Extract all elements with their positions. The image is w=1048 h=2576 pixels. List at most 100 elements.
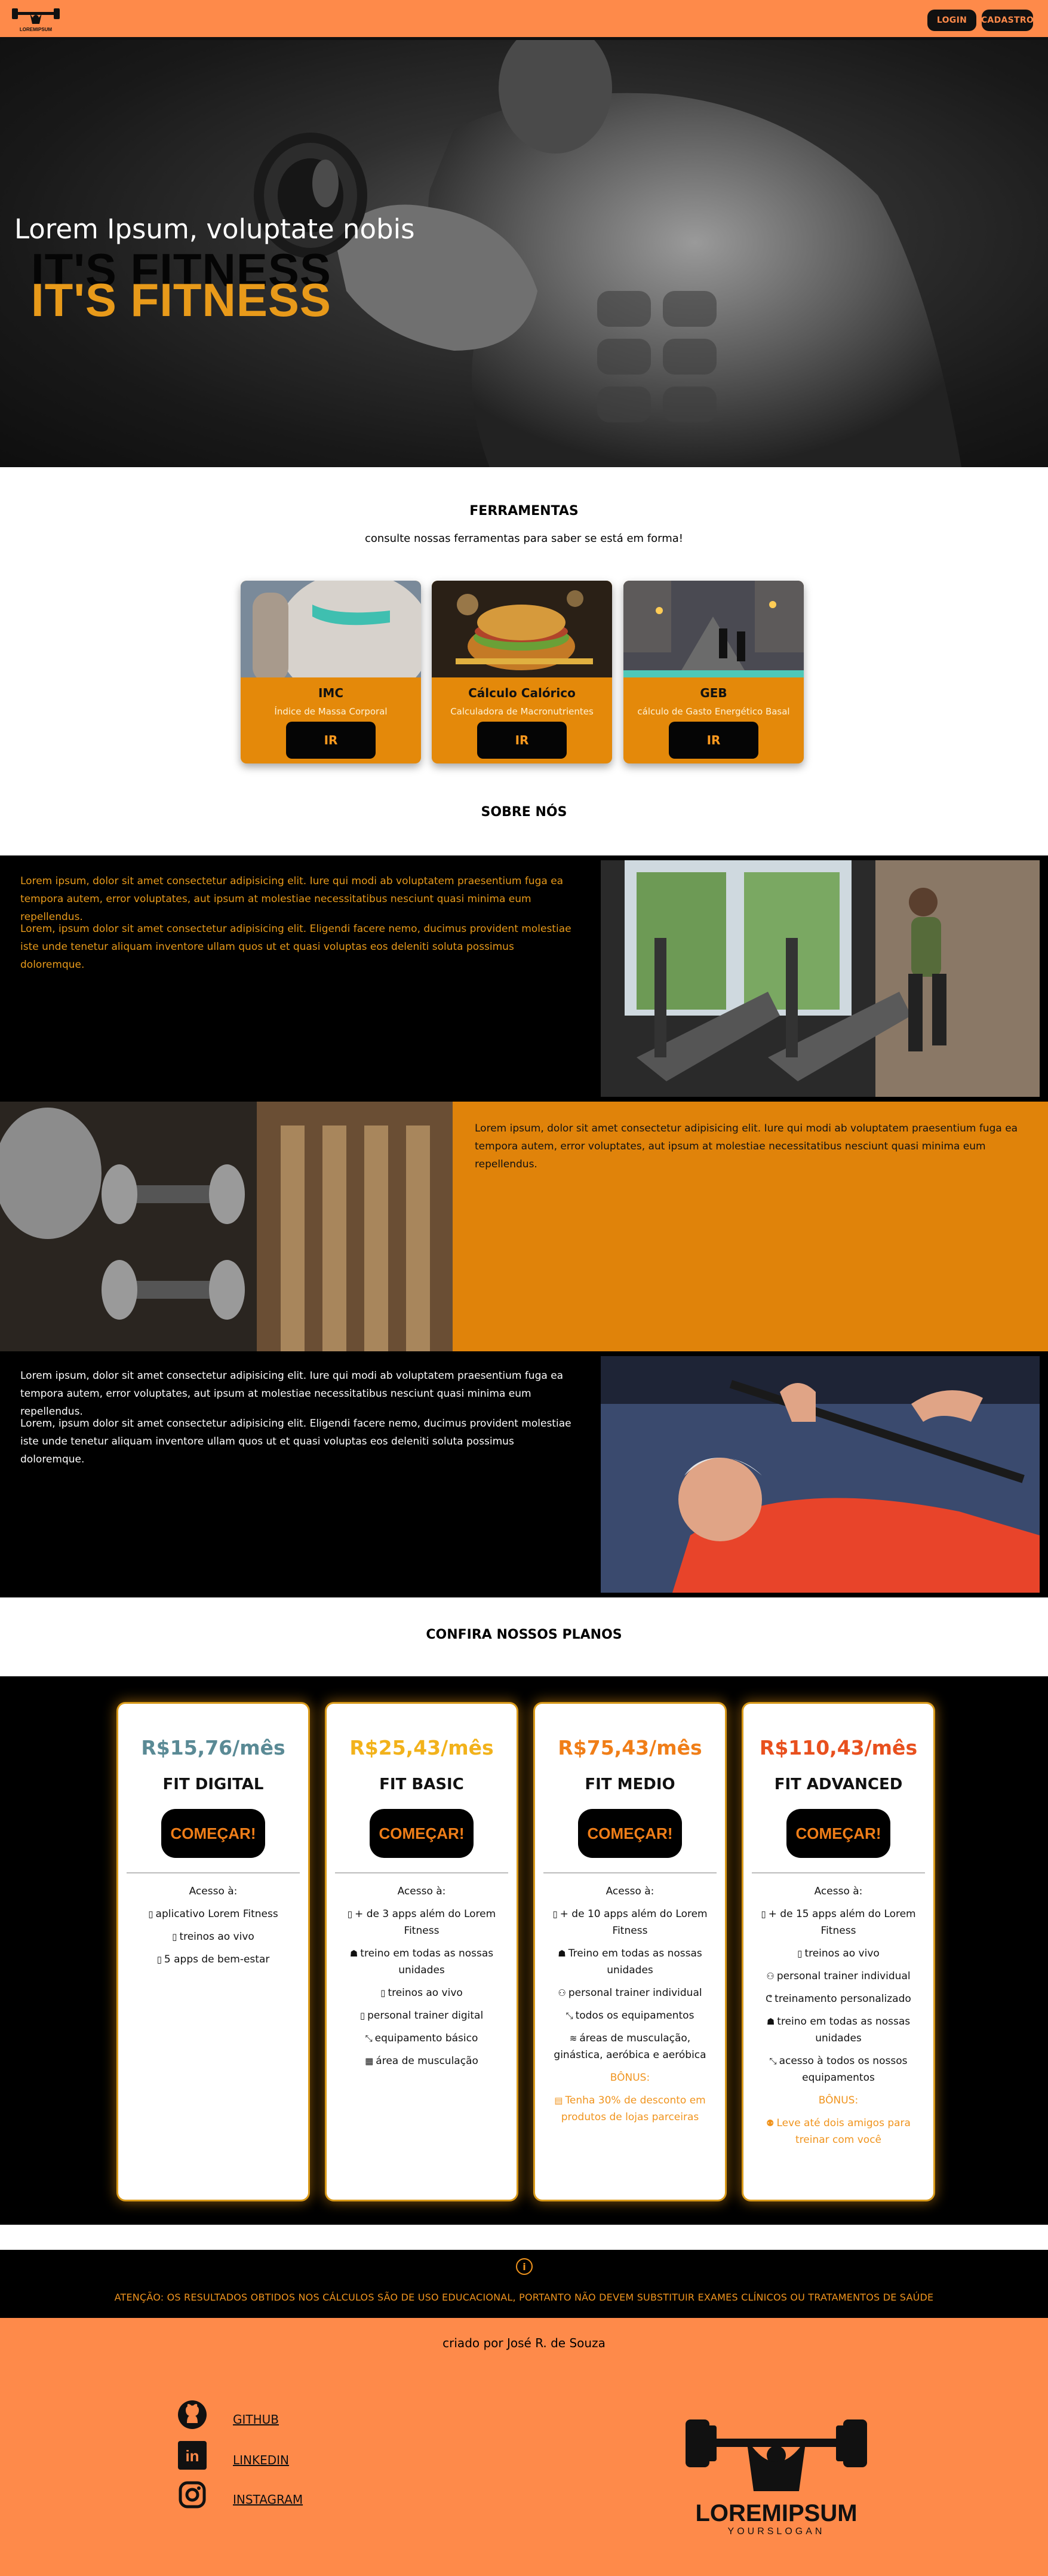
instagram-icon[interactable] <box>177 2479 208 2510</box>
bonus-label: BÔNUS: <box>818 2094 859 2106</box>
info-icon: i <box>516 2258 533 2275</box>
tool-desc-calorico: Calculadora de Macronutrientes <box>450 706 594 717</box>
phone-icon: ▯ <box>347 1909 353 1919</box>
plan-features: Acesso à: ▯ + de 15 apps além do Lorem Fi… <box>755 1883 921 2154</box>
feature-item: ▯ 5 apps de bem-estar <box>130 1951 296 1968</box>
dumbbell-icon: ⤡ <box>365 2033 373 2044</box>
svg-text:LOREMIPSUM: LOREMIPSUM <box>20 27 53 32</box>
plan-price: R$25,43/mês <box>349 1736 494 1759</box>
grid-icon: ▦ <box>365 2056 374 2066</box>
feature-item: ▯ personal trainer digital <box>339 2007 505 2024</box>
trainer-icon: ⚇ <box>558 1988 566 1998</box>
feature-item: ▯ treinos ao vivo <box>755 1945 921 1962</box>
plan-card-fit-medio: R$75,43/mês FIT MEDIO COMEÇAR! Acesso à:… <box>535 1704 725 2200</box>
calendar-icon: ▤ <box>554 2095 563 2106</box>
tool-image-calorico <box>432 581 612 677</box>
feature-item: ▯ treinos ao vivo <box>339 1985 505 2001</box>
plan-start-button[interactable]: COMEÇAR! <box>786 1809 890 1858</box>
feature-item: ⤡ acesso à todos os nossos equipamentos <box>755 2053 921 2086</box>
plan-start-button[interactable]: COMEÇAR! <box>578 1809 682 1858</box>
access-label: Acesso à: <box>606 1885 654 1897</box>
plan-start-button[interactable]: COMEÇAR! <box>370 1809 474 1858</box>
tablet-icon: ▯ <box>380 1988 386 1998</box>
feature-item: ☗ Treino em todas as nossas unidades <box>547 1945 713 1979</box>
footer-logo: LOREMIPSUM YOURSLOGAN <box>686 2419 867 2537</box>
feature-item: ⤡ todos os equipamentos <box>547 2007 713 2024</box>
plan-card-fit-basic: R$25,43/mês FIT BASIC COMEÇAR! Acesso à:… <box>327 1704 517 2200</box>
dumbbell-icon: ⤡ <box>566 2010 573 2021</box>
feature-item: ☗ treino em todas as nossas unidades <box>339 1945 505 1979</box>
login-button[interactable]: LOGIN <box>927 10 976 31</box>
plan-divider <box>752 1872 925 1873</box>
feature-item: ▦ área de musculação <box>339 2053 505 2069</box>
tool-image-imc <box>241 581 421 677</box>
about-paragraph-3: Lorem ipsum, dolor sit amet consectetur … <box>475 1123 1018 1170</box>
disclaimer-banner: i ATENÇÃO: OS RESULTADOS OBTIDOS NOS CÁL… <box>0 2250 1048 2318</box>
building-icon: ☗ <box>766 2016 775 2027</box>
access-label: Acesso à: <box>189 1885 238 1897</box>
instagram-link[interactable]: INSTAGRAM <box>233 2492 303 2507</box>
tablet-icon: ▯ <box>797 1948 803 1959</box>
plan-features: Acesso à: ▯ aplicativo Lorem Fitness ▯ tre… <box>130 1883 296 1974</box>
feature-item: ≋ áreas de musculação, ginástica, aeróbic… <box>547 2030 713 2063</box>
about-paragraph-4: Lorem ipsum, dolor sit amet consectetur … <box>20 1370 564 1418</box>
logo-icon[interactable]: LOREMIPSUM <box>8 4 63 35</box>
github-link[interactable]: GITHUB <box>233 2412 279 2427</box>
about-heading: SOBRE NÓS <box>481 805 567 820</box>
about-image-dumbbells <box>0 1102 453 1351</box>
plans-section: R$15,76/mês FIT DIGITAL COMEÇAR! Acesso … <box>0 1676 1048 2225</box>
footer: criado por José R. de Souza GITHUB in LI… <box>0 2318 1048 2576</box>
phone-icon: ▯ <box>552 1909 558 1919</box>
tool-button-geb[interactable]: IR <box>669 722 758 759</box>
tool-desc-imc: Índice de Massa Corporal <box>274 706 388 717</box>
friends-icon: ⚉ <box>766 2118 775 2129</box>
linkedin-icon[interactable]: in <box>177 2440 208 2471</box>
tool-name-imc: IMC <box>318 686 344 700</box>
feature-item: ⚇ personal trainer individual <box>547 1985 713 2001</box>
about-paragraph-1: Lorem ipsum, dolor sit amet consectetur … <box>20 875 564 923</box>
plan-start-button[interactable]: COMEÇAR! <box>161 1809 265 1858</box>
about-row-1: Lorem ipsum, dolor sit amet consectetur … <box>0 855 1048 1102</box>
tool-card-geb: GEB cálculo de Gasto Energético Basal IR <box>623 581 804 763</box>
tool-name-calorico: Cálculo Calórico <box>468 686 576 700</box>
bonus-item: ▤ Tenha 30% de desconto em produtos de lo… <box>547 2092 713 2126</box>
tool-image-geb <box>623 581 804 677</box>
feature-item: ▯ + de 15 apps além do Lorem Fitness <box>755 1906 921 1939</box>
plans-heading: CONFIRA NOSSOS PLANOS <box>426 1627 622 1642</box>
phone-icon: ▯ <box>761 1909 766 1919</box>
building-icon: ☗ <box>558 1948 566 1959</box>
tool-desc-geb: cálculo de Gasto Energético Basal <box>637 706 790 717</box>
tool-card-imc: IMC Índice de Massa Corporal IR <box>241 581 421 763</box>
phone-icon: ▯ <box>156 1954 162 1965</box>
phone-icon: ▯ <box>359 2010 365 2021</box>
hero-title: IT'S FITNESS <box>31 274 331 326</box>
tool-button-calorico[interactable]: IR <box>477 722 567 759</box>
plan-divider <box>127 1872 300 1873</box>
tool-button-imc[interactable]: IR <box>286 722 376 759</box>
tools-subheading: consulte nossas ferramentas para saber s… <box>364 532 683 545</box>
plan-divider <box>335 1872 508 1873</box>
phone-icon: ▯ <box>148 1909 153 1919</box>
top-navbar: LOREMIPSUM LOGIN CADASTRO <box>0 0 1048 40</box>
feature-item: ⤡ equipamento básico <box>339 2030 505 2047</box>
trainer-icon: ⚇ <box>766 1971 775 1982</box>
tablet-icon: ▯ <box>172 1931 177 1942</box>
tool-name-geb: GEB <box>700 686 727 700</box>
plan-divider <box>543 1872 717 1873</box>
feature-item: ᕦ treinamento personalizado <box>755 1991 921 2007</box>
feature-item: ▯ + de 3 apps além do Lorem Fitness <box>339 1906 505 1939</box>
disclaimer-text: ATENÇÃO: OS RESULTADOS OBTIDOS NOS CÁLCU… <box>114 2292 934 2303</box>
about-image-treadmill <box>601 860 1040 1097</box>
signup-button[interactable]: CADASTRO <box>981 10 1034 31</box>
about-row-2: Lorem ipsum, dolor sit amet consectetur … <box>0 1102 1048 1351</box>
linkedin-link[interactable]: LINKEDIN <box>233 2453 289 2467</box>
svg-text:in: in <box>185 2447 199 2465</box>
muscle-icon: ᕦ <box>766 1994 773 2004</box>
tools-heading: FERRAMENTAS <box>469 504 579 519</box>
feature-item: ⚇ personal trainer individual <box>755 1968 921 1985</box>
feature-item: ▯ aplicativo Lorem Fitness <box>130 1906 296 1922</box>
hero-subtitle: Lorem Ipsum, voluptate nobis <box>14 213 415 245</box>
about-paragraph-5: Lorem, ipsum dolor sit amet consectetur … <box>20 1418 571 1465</box>
access-label: Acesso à: <box>397 1885 446 1897</box>
github-icon[interactable] <box>177 2399 208 2430</box>
